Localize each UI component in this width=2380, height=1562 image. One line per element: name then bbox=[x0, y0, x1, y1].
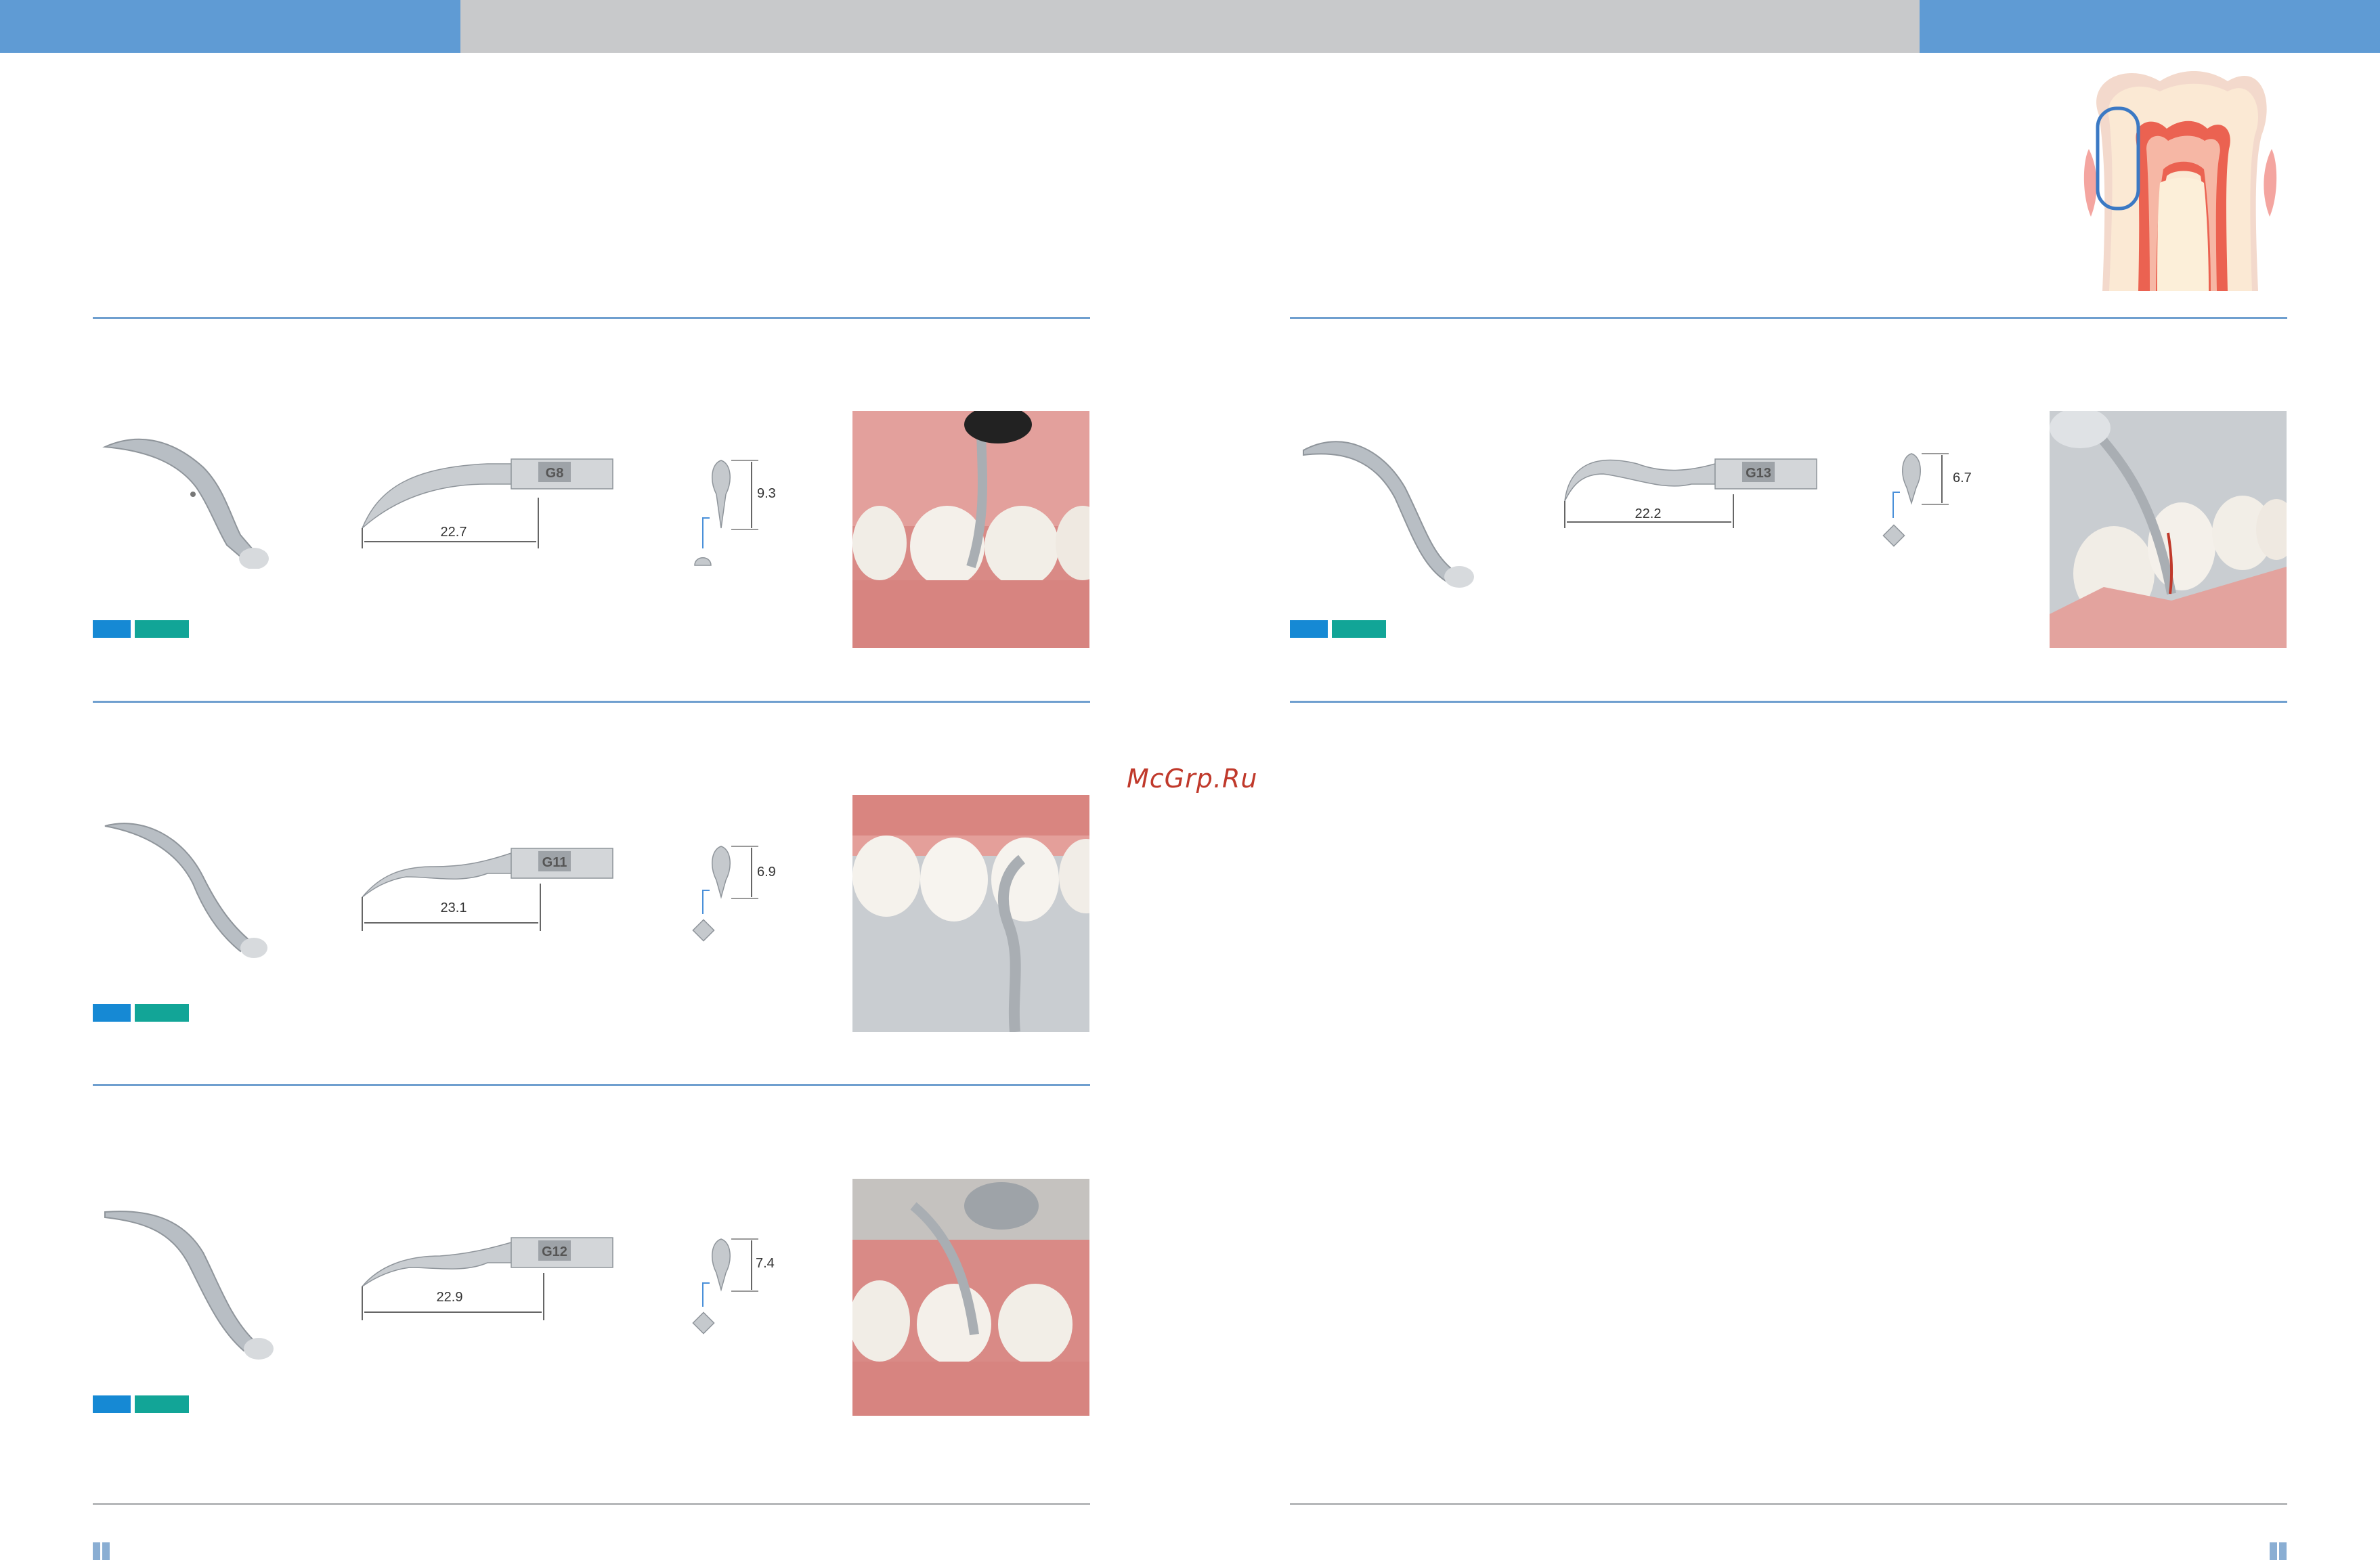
tip-photo bbox=[104, 823, 267, 958]
tip-code: G11 bbox=[542, 855, 567, 870]
length-label: 22.9 bbox=[436, 1290, 463, 1305]
tip-diagram: G12 bbox=[362, 1237, 613, 1320]
tip-end-diagram bbox=[692, 1238, 758, 1335]
clinical-photo bbox=[852, 1179, 1089, 1416]
header-bar-right bbox=[1920, 0, 2380, 53]
page-mark bbox=[93, 1542, 100, 1560]
divider bbox=[93, 1503, 1090, 1505]
diamond-icon bbox=[692, 1311, 715, 1335]
tag-teal bbox=[1332, 620, 1386, 638]
clinical-photo bbox=[2050, 411, 2287, 648]
clinical-photo bbox=[852, 411, 1089, 648]
tip-photo bbox=[1303, 441, 1474, 588]
tooth-section-icon bbox=[2072, 61, 2289, 298]
diamond-icon bbox=[692, 919, 715, 942]
length-label: 23.1 bbox=[440, 901, 467, 915]
tag-teal bbox=[135, 1004, 189, 1022]
height-label: 7.4 bbox=[756, 1256, 775, 1271]
tip-code: G8 bbox=[546, 466, 564, 481]
tip-photo bbox=[104, 1211, 274, 1360]
divider bbox=[93, 317, 1090, 319]
tip-code: G13 bbox=[1746, 466, 1771, 481]
header-bar-left bbox=[0, 0, 460, 53]
tip-diagram: G13 bbox=[1564, 458, 1817, 528]
tag-teal bbox=[135, 620, 189, 638]
watermark-text: McGrp.Ru bbox=[1127, 764, 1258, 794]
tag-blue bbox=[93, 1395, 131, 1413]
clinical-photo bbox=[852, 795, 1089, 1032]
header-bar-center bbox=[460, 0, 1920, 53]
divider bbox=[1290, 1503, 2287, 1505]
tag-blue bbox=[93, 1004, 131, 1022]
tip-code: G12 bbox=[542, 1244, 567, 1259]
tip-diagram: G11 bbox=[362, 848, 613, 931]
tag-blue bbox=[1290, 620, 1328, 638]
length-label: 22.2 bbox=[1635, 506, 1662, 521]
diamond-icon bbox=[1882, 524, 1905, 547]
page-mark bbox=[102, 1542, 110, 1560]
divider bbox=[93, 1084, 1090, 1086]
tag-teal bbox=[135, 1395, 189, 1413]
divider bbox=[1290, 701, 2287, 703]
tip-diagram: G8 bbox=[362, 458, 613, 548]
page-mark bbox=[2279, 1542, 2287, 1560]
divider bbox=[93, 701, 1090, 703]
divider bbox=[1290, 317, 2287, 319]
tag-blue bbox=[93, 620, 131, 638]
height-label: 6.9 bbox=[757, 865, 776, 880]
tip-end-diagram bbox=[692, 846, 758, 942]
tip-end-diagram bbox=[1882, 453, 1949, 547]
height-label: 6.7 bbox=[1953, 471, 1972, 485]
height-label: 9.3 bbox=[757, 486, 776, 501]
tip-end-diagram bbox=[694, 460, 758, 566]
round-icon bbox=[694, 557, 712, 566]
tip-photo bbox=[102, 438, 269, 569]
page-mark bbox=[2270, 1542, 2277, 1560]
length-label: 22.7 bbox=[440, 525, 467, 540]
